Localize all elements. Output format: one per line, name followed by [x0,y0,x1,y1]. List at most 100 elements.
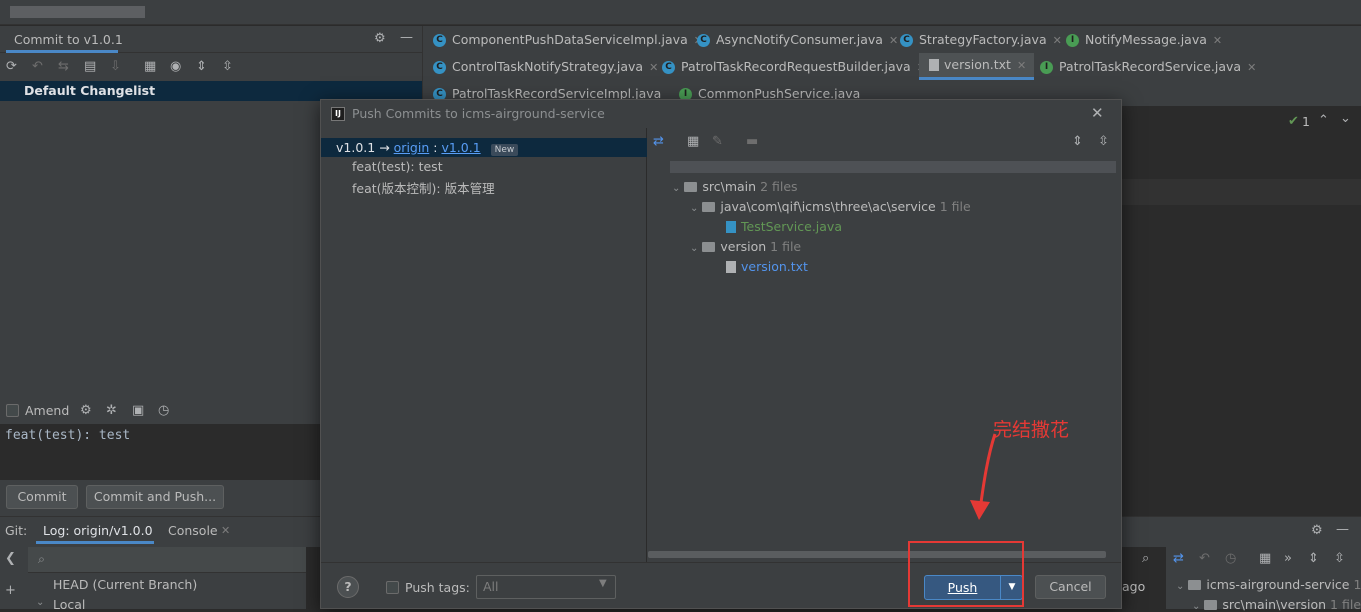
diff-arrows-icon[interactable]: ⇄ [1173,551,1184,567]
branch-head[interactable]: HEAD (Current Branch) [53,577,197,592]
gear-icon[interactable]: ⚙ [374,31,386,47]
path-node[interactable]: ⌄ src\main\version 1 file [1192,597,1361,612]
edit-icon[interactable]: ✎ [712,134,723,150]
text-file-icon [726,260,736,273]
tab-patroltaskrecordrequestbuilder[interactable]: CPatrolTaskRecordRequestBuilder.java✕ [652,53,926,80]
group-by-icon[interactable]: ▦ [144,59,156,75]
commit-panel-header: Commit to v1.0.1 ⚙ — [0,26,422,53]
settings-icon[interactable]: ⚙ [80,403,92,419]
save-icon[interactable]: ▬ [746,134,758,150]
cancel-button[interactable]: Cancel [1035,575,1106,599]
tab-strategyfactory[interactable]: C StrategyFactory.java ✕ [890,26,1062,53]
expand-all-icon[interactable]: ⇕ [1308,551,1319,567]
file-count: 2 files [760,179,798,194]
file-count: 1 file [939,199,971,214]
add-icon[interactable]: + [5,583,16,599]
remote-link[interactable]: origin [394,140,430,155]
tab-version-txt[interactable]: version.txt ✕ [919,53,1035,80]
diff-icon[interactable]: ▤ [84,59,96,75]
tree-version-file[interactable]: version.txt [726,259,808,274]
chevron-down-icon[interactable]: ⌄ [1340,111,1351,127]
eye-icon[interactable]: ◉ [170,59,181,75]
branch-local[interactable]: Local [53,597,85,612]
commit-item[interactable]: feat(版本控制): 版本管理 [352,178,495,197]
changelist-row[interactable]: Default Changelist [0,81,422,101]
push-tags-select[interactable]: All ▼ [476,575,616,599]
close-icon[interactable]: ✕ [1213,34,1222,47]
collapse-all-icon[interactable]: ⇳ [222,59,233,75]
annotation-box [908,541,1024,607]
collapse-left-icon[interactable]: ❮ [5,551,16,567]
move-icon[interactable]: ⇆ [58,59,69,75]
search-icon[interactable]: ⌕ [1142,551,1149,567]
chevron-down-icon: ⌄ [1192,601,1201,612]
commit-and-push-button[interactable]: Commit and Push... [86,485,224,509]
interface-icon: I [1040,61,1053,74]
help-button[interactable]: ? [337,576,359,598]
commit-panel-title: Commit to v1.0.1 [14,32,123,47]
folder-label: src\main [702,179,757,194]
commit-message-history-icon[interactable]: ▣ [132,403,144,419]
tab-log[interactable]: Log: origin/v1.0.0 [43,523,153,538]
chevron-down-icon: ⌄ [36,597,45,608]
expand-all-icon[interactable]: ⇕ [196,59,207,75]
editor-tabs: C ComponentPushDataServiceImpl.java ✕ C Asy… [422,26,1361,106]
tree-version-dir[interactable]: ⌄ version 1 file [690,239,801,254]
branch-search[interactable]: ⌕ [28,547,306,573]
tab-console[interactable]: Console [168,523,218,538]
chevron-up-icon[interactable]: ⌃ [1318,113,1329,129]
commit-button[interactable]: Commit [6,485,78,509]
refresh-icon[interactable]: ⟳ [6,59,17,75]
minimize-icon[interactable]: — [1336,522,1349,538]
tree-service-dir[interactable]: ⌄ java\com\qif\icms\three\ac\service 1 f… [690,199,971,214]
close-icon[interactable]: ✕ [1247,61,1256,74]
collapse-all-icon[interactable]: ⇳ [1334,551,1345,567]
tab-notifymessage[interactable]: I NotifyMessage.java ✕ [1056,26,1222,53]
close-icon[interactable]: ✕ [221,524,230,537]
tab-patroltaskrecordservice[interactable]: I PatrolTaskRecordService.java ✕ [1030,53,1256,80]
close-icon[interactable]: ✕ [1017,59,1026,72]
amend-label[interactable]: Amend [25,403,69,418]
push-tags-label[interactable]: Push tags: [405,580,470,595]
repo-node[interactable]: ⌄ icms-airground-service 1 [1176,577,1361,592]
close-icon[interactable]: ✕ [1091,104,1104,122]
tab-asyncnotifyconsumer[interactable]: C AsyncNotifyConsumer.java ✕ [687,26,898,53]
text-file-icon [929,58,939,71]
tree-test-file[interactable]: TestService.java [726,219,842,234]
minimize-icon[interactable]: — [400,30,413,46]
class-icon: C [662,61,675,74]
check-icon: ✔ [1288,114,1299,129]
editor-body: ✔ 1 ⌃ ⌄ [1122,106,1361,516]
history-icon[interactable]: ◷ [1225,551,1236,567]
tab-label: ComponentPushDataServiceImpl.java [452,32,688,47]
diff-arrows-icon[interactable]: ⇄ [653,134,664,150]
rollback-icon[interactable]: ↶ [32,59,43,75]
java-file-icon [726,220,736,233]
collapse-all-icon[interactable]: ⇳ [1098,134,1109,150]
check-count: 1 [1302,114,1310,129]
commit-item[interactable]: feat(test): test [352,159,443,174]
remote-branch-link[interactable]: v1.0.1 [441,140,480,155]
push-tags-checkbox[interactable] [386,581,399,594]
git-label: Git: [5,523,28,538]
group-by-icon[interactable]: ▦ [1259,551,1271,567]
expand-all-icon[interactable]: ⇕ [1072,134,1083,150]
author-icon[interactable]: ✲ [106,403,117,419]
file-count: 1 file [770,239,802,254]
blurred-title [10,6,145,18]
amend-checkbox[interactable] [6,404,19,417]
chevron-down-icon: ⌄ [672,183,681,194]
gear-icon[interactable]: ⚙ [1311,523,1323,539]
more-icon[interactable]: » [1284,551,1292,567]
branch-row[interactable]: v1.0.1 → origin : v1.0.1 New [321,138,647,157]
revert-icon[interactable]: ↶ [1199,551,1210,567]
horizontal-scrollbar[interactable] [648,551,1106,558]
clock-icon[interactable]: ◷ [158,403,169,419]
group-by-icon[interactable]: ▦ [687,134,699,150]
tab-componentpushdataserviceimpl[interactable]: CComponentPushDataServiceImpl.java✕ [423,26,703,53]
class-icon: C [433,61,446,74]
tree-src-main[interactable]: ⌄ src\main 2 files [672,179,798,194]
tab-controltasknotifystrategy[interactable]: C ControlTaskNotifyStrategy.java ✕ [423,53,658,80]
path-count: 1 file [1330,597,1361,612]
shelve-icon[interactable]: ⇩ [110,59,121,75]
